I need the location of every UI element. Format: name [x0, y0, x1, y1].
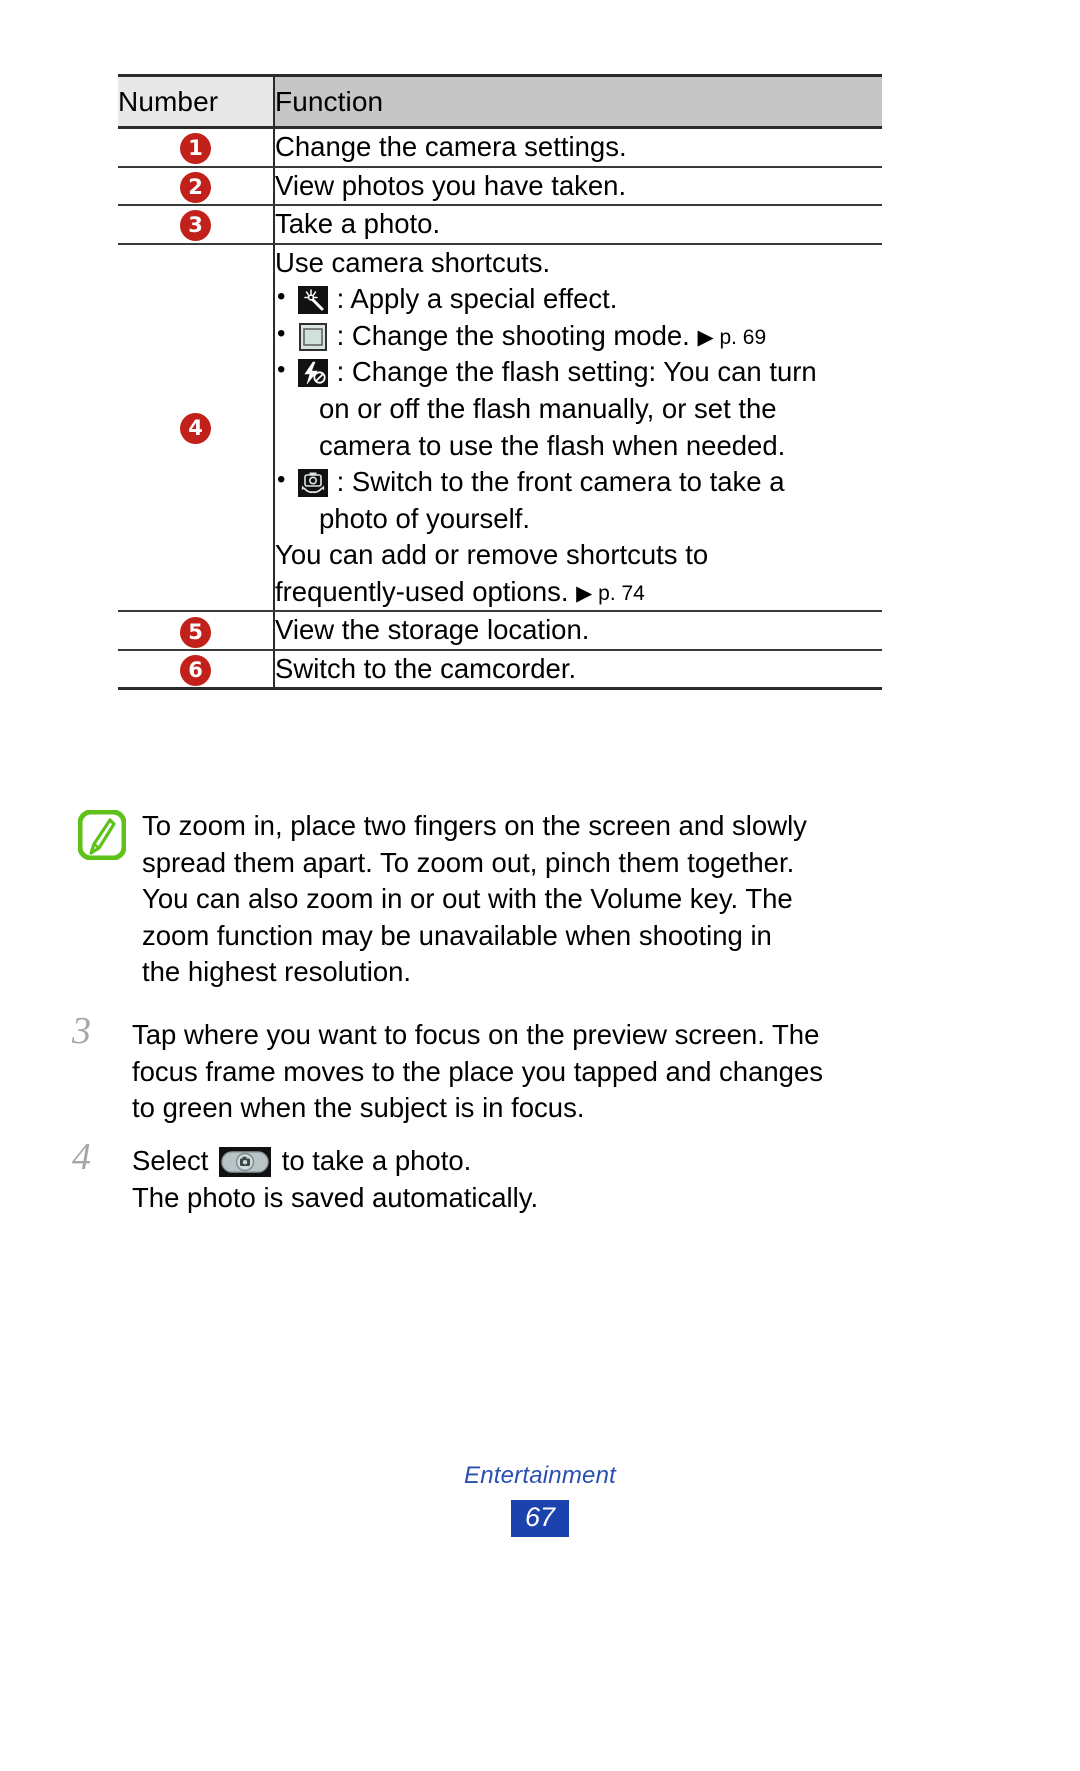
footer-section-title: Entertainment — [463, 1462, 616, 1489]
step-4-text: Select to take a photo. The photo is sav… — [132, 1138, 538, 1216]
column-header-number: Number — [118, 74, 275, 129]
manual-page: Number Function 1 Change the camera sett… — [0, 0, 1080, 1771]
note-line: spread them apart. To zoom out, pinch th… — [142, 846, 795, 878]
number-badge: 6 — [180, 655, 211, 687]
shortcuts-intro: Use camera shortcuts. — [275, 246, 551, 278]
function-table: Number Function 1 Change the camera sett… — [118, 74, 882, 691]
footer-page-number: 67 — [510, 1500, 570, 1538]
table-row: 1 Change the camera settings. — [118, 127, 882, 168]
number-badge: 4 — [180, 413, 211, 445]
row-function-cell: View photos you have taken. — [274, 166, 882, 207]
shortcut-item-flash: : Change the flash setting: You can turn… — [275, 354, 882, 464]
table-header-row: Number Function — [118, 74, 882, 129]
table-row: 2 View photos you have taken. — [118, 166, 882, 207]
row-number-cell: 1 — [118, 127, 275, 168]
shortcut-front-camera-text: : Switch to the front camera to take a — [336, 466, 785, 498]
note-pencil-icon — [77, 809, 127, 861]
row-number-cell: 3 — [118, 205, 275, 245]
table-row: 5 View the storage location. — [118, 611, 882, 651]
note-line: the highest resolution. — [142, 956, 412, 988]
table-row: 6 Switch to the camcorder. — [118, 649, 882, 691]
step-3: 3 Tap where you want to focus on the pre… — [72, 1010, 882, 1127]
flash-setting-icon — [298, 359, 328, 388]
number-badge: 3 — [180, 210, 211, 242]
front-camera-icon — [298, 469, 328, 498]
shortcut-front-camera-cont-1: photo of yourself. — [319, 502, 530, 534]
row-function-cell: Use camera shortcuts. •: Apply a specia… — [274, 243, 882, 613]
shortcut-flash-text: : Change the flash setting: You can turn — [336, 356, 817, 388]
row-number-cell: 5 — [118, 611, 275, 651]
column-header-function: Function — [274, 74, 882, 129]
row-function-cell: Change the camera settings. — [274, 127, 882, 168]
table-row-shortcuts: 4 Use camera shortcuts. •: Apply a spec… — [118, 243, 882, 613]
step-line: focus frame moves to the place you tappe… — [132, 1055, 823, 1087]
step-4-line-1: Select to take a photo. — [132, 1143, 538, 1180]
shortcuts-outro-2-text: frequently-used options. — [275, 575, 577, 607]
note-callout: To zoom in, place two fingers on the scr… — [77, 806, 878, 991]
number-badge: 1 — [180, 133, 211, 165]
row-function-cell: View the storage location. — [274, 611, 882, 651]
number-badge: 5 — [180, 616, 211, 648]
shortcut-item-effect: : Apply a special effect. — [275, 281, 882, 318]
step-4-number: 4 — [72, 1136, 91, 1178]
shortcut-shooting-mode-text: : Change the shooting mode. — [336, 319, 698, 351]
shooting-mode-icon — [298, 322, 328, 351]
step-3-text: Tap where you want to focus on the previ… — [132, 1012, 823, 1127]
row-number-cell: 6 — [118, 649, 275, 691]
step-4-suffix: to take a photo. — [274, 1145, 472, 1176]
shortcut-flash-cont-1: on or off the flash manually, or set the — [319, 392, 777, 424]
shortcut-item-front-camera: : Switch to the front camera to take a p… — [275, 464, 882, 537]
shortcuts-outro-2: frequently-used options. ▶ p. 74 — [275, 574, 882, 611]
note-line: To zoom in, place two fingers on the scr… — [142, 810, 807, 841]
row-number-cell: 4 — [118, 243, 275, 613]
note-line: You can also zoom in or out with the Vol… — [142, 883, 793, 915]
row-number-cell: 2 — [118, 166, 275, 207]
step-4-line-2: The photo is saved automatically. — [132, 1181, 539, 1213]
special-effect-icon — [298, 286, 328, 315]
table-row: 3 Take a photo. — [118, 205, 882, 245]
shutter-button-icon — [219, 1147, 272, 1177]
shortcut-list: : Apply a special effect. : Change the s… — [275, 281, 882, 537]
step-4-prefix: Select — [132, 1145, 217, 1176]
shortcut-flash-cont-2: camera to use the flash when needed. — [319, 429, 786, 461]
step-line: to green when the subject is in focus. — [132, 1092, 585, 1124]
number-badge: 2 — [180, 171, 211, 203]
shortcut-item-shooting-mode: : Change the shooting mode. ▶ p. 69 — [275, 318, 882, 355]
note-line: zoom function may be unavailable when sh… — [142, 919, 772, 951]
note-text: To zoom in, place two fingers on the scr… — [142, 806, 807, 991]
page-ref-shooting-mode: ▶ p. 69 — [697, 325, 767, 349]
step-4: 4 Select to take a photo. The photo is s… — [72, 1136, 882, 1216]
row-function-cell: Switch to the camcorder. — [274, 649, 882, 691]
page-footer: Entertainment 67 — [0, 1462, 1080, 1538]
step-3-number: 3 — [72, 1010, 91, 1052]
page-ref-shortcuts: ▶ p. 74 — [576, 581, 645, 605]
shortcut-effect-text: : Apply a special effect. — [336, 283, 618, 315]
shortcuts-outro-1: You can add or remove shortcuts to — [275, 539, 709, 571]
row-function-cell: Take a photo. — [274, 205, 882, 245]
step-line: Tap where you want to focus on the previ… — [132, 1019, 820, 1050]
